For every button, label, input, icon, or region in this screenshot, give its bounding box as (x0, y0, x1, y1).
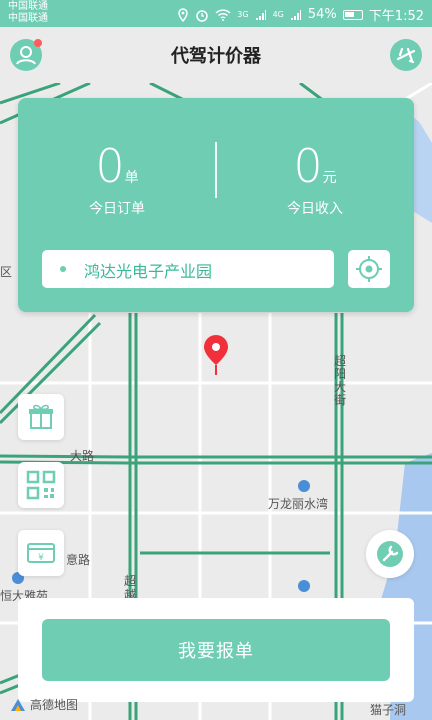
qr-code-button[interactable] (18, 462, 64, 508)
signal-icon-1 (255, 9, 266, 20)
tools-button[interactable] (366, 530, 414, 578)
map-label-yilu: 意路 (66, 553, 91, 567)
crosshair-icon (356, 256, 382, 282)
status-icons: 3G 4G 54% 下午1:52 (177, 5, 424, 24)
battery-icon (342, 9, 363, 20)
stat-orders: 0单 今日订单 (18, 138, 216, 218)
map-label-chao: 超 (124, 574, 137, 588)
clock: 下午1:52 (368, 9, 424, 24)
qr-code-icon (26, 470, 56, 500)
map-label-place: 猫子洞 (370, 703, 407, 717)
wallet-icon: ¥ (27, 543, 55, 563)
map-label-chaoyang: 超阳大街 (334, 354, 347, 407)
orders-label: 今日订单 (89, 201, 145, 217)
gift-button[interactable] (18, 394, 64, 440)
mode-button[interactable] (390, 39, 422, 71)
map-provider-logo: 高德地图 (10, 696, 78, 713)
battery-percent: 54% (307, 7, 337, 22)
signal-icon-2 (290, 9, 301, 20)
poi-marker-wanlong (298, 480, 310, 492)
locate-button[interactable] (348, 250, 390, 288)
wifi-icon (215, 8, 231, 21)
income-value: 0 (293, 139, 323, 193)
map-pin (204, 335, 228, 375)
carrier-info: 中国联通 中国联通 (8, 1, 48, 25)
location-status-icon (178, 7, 189, 22)
carrier-1: 中国联通 (8, 1, 48, 12)
alarm-icon (196, 9, 209, 22)
page-title: 代驾计价器 (171, 46, 261, 67)
network-4g-label: 4G (272, 10, 284, 19)
map-label-wanlong: 万龙丽水湾 (268, 497, 329, 511)
amap-logo-icon (11, 698, 25, 711)
report-order-button[interactable]: 我要报单 (42, 619, 390, 681)
map-provider-name: 高德地图 (30, 698, 79, 712)
location-dot-icon (60, 266, 66, 272)
stats-card: 0单 今日订单 0元 今日收入 鸿达光电子产业园 (18, 98, 414, 312)
location-field[interactable]: 鸿达光电子产业园 (42, 250, 334, 288)
bottom-panel: 我要报单 (18, 598, 414, 702)
wrench-icon (377, 541, 403, 567)
svg-text:¥: ¥ (38, 553, 44, 563)
wallet-button[interactable]: ¥ (18, 530, 64, 576)
map-label-dadao: 大路 (70, 449, 95, 463)
carrier-2: 中国联通 (8, 13, 48, 24)
status-bar: 中国联通 中国联通 3G 4G 54% 下午1:52 (0, 0, 432, 27)
stat-income: 0元 今日收入 (216, 138, 414, 218)
orders-unit: 单 (124, 170, 139, 186)
network-3g-label: 3G (237, 10, 249, 19)
location-text: 鸿达光电子产业园 (84, 262, 213, 281)
gift-icon (29, 404, 53, 429)
orders-value: 0 (95, 139, 125, 193)
map-label-district: 区 (0, 265, 13, 279)
income-label: 今日收入 (287, 201, 343, 217)
title-bar: 代驾计价器 (0, 27, 432, 83)
plane-icon (396, 47, 416, 64)
poi-marker-2 (298, 580, 310, 592)
income-unit: 元 (322, 170, 337, 186)
